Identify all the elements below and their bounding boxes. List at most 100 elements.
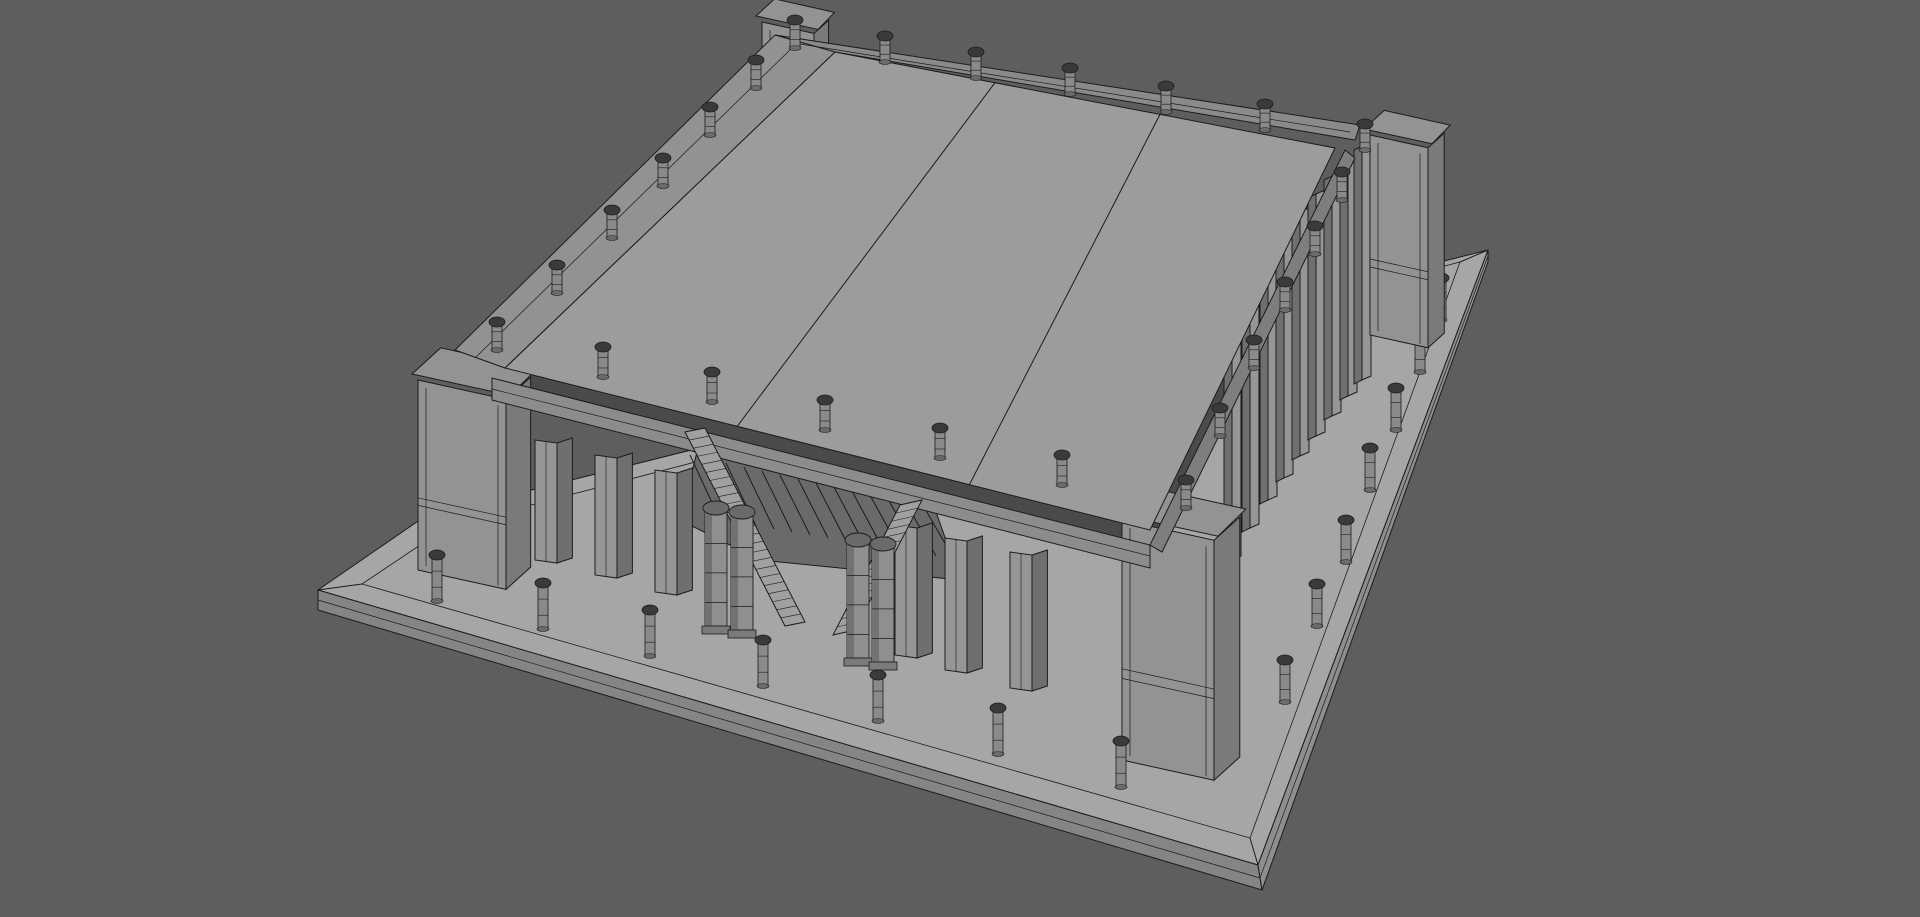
ground-post-right-1-cap	[1276, 654, 1294, 666]
ground-post-right-5-cap	[1387, 382, 1405, 394]
ground-post-front-4-cap	[754, 634, 772, 646]
roof-post-back-5-cap	[1256, 98, 1274, 110]
ground-post-right-2-cap	[1308, 578, 1326, 590]
roof-post-right-5-cap	[1211, 402, 1229, 414]
roof-post-front-3-base	[818, 427, 832, 433]
roof-post-back-4-base	[1159, 109, 1173, 115]
roof-post-left-6-base	[550, 290, 564, 296]
roof-post-right-6-base	[1179, 505, 1193, 511]
roof-post-left-1-base	[788, 45, 802, 51]
roof-post-right-2-cap	[1306, 220, 1324, 232]
ground-post-front-1-shaft	[431, 554, 443, 602]
ground-post-right-3-shaft	[1340, 519, 1352, 563]
entrance-column-3-capital	[844, 532, 872, 548]
ground-post-right-4-base	[1363, 487, 1377, 493]
roof-post-right-2-base	[1308, 251, 1322, 257]
front-pillar-3-side	[676, 467, 693, 596]
ground-post-front-5-cap	[869, 669, 887, 681]
roof-post-back-1-base	[878, 59, 892, 65]
ground-post-front-3-base	[643, 653, 657, 659]
ground-post-front-7-shaft	[1115, 740, 1127, 788]
roof-post-front-3-cap	[816, 394, 834, 406]
roof-post-front-2-cap	[703, 366, 721, 378]
ground-post-front-6-cap	[989, 702, 1007, 714]
roof-post-right-5-base	[1213, 433, 1227, 439]
roof-post-back-2-cap	[967, 46, 985, 58]
ground-post-front-1-cap	[428, 549, 446, 561]
roof-post-left-6-cap	[548, 259, 566, 271]
entrance-column-4-capital	[869, 536, 897, 552]
roof-post-right-1-base	[1335, 197, 1349, 203]
roof-post-front-2-base	[705, 399, 719, 405]
right-pillar-4-side	[1275, 231, 1285, 483]
front-pillar-1-side	[556, 437, 573, 564]
roof-post-left-1-cap	[786, 14, 804, 26]
entrance-column-2-shadow	[731, 512, 738, 630]
roof-post-left-3-base	[703, 132, 717, 138]
ground-post-right-4-cap	[1361, 442, 1379, 454]
front-pillar-2-side	[616, 452, 633, 579]
roof-post-back-1-cap	[876, 30, 894, 42]
roof-post-right-4-cap	[1245, 334, 1263, 346]
ground-post-right-1-shaft	[1279, 659, 1291, 703]
ground-post-front-5-base	[871, 718, 885, 724]
front-pillar-4-side	[916, 522, 933, 659]
entrance-column-3-shadow	[847, 540, 854, 658]
roof-post-left-2-cap	[747, 54, 765, 66]
roof-post-back-3-cap	[1061, 62, 1079, 74]
roof-post-front-4-cap	[931, 422, 949, 434]
roof-post-left-4-cap	[654, 152, 672, 164]
roof-post-left-4-base	[656, 183, 670, 189]
ground-post-right-1-base	[1278, 699, 1292, 705]
ground-post-front-7-base	[1114, 784, 1128, 790]
entrance-column-4-shadow	[872, 544, 879, 662]
roof-post-left-5-cap	[603, 204, 621, 216]
ground-post-right-6-base	[1413, 369, 1427, 375]
front-pillar-5-side	[966, 535, 983, 674]
ground-post-right-4-shaft	[1364, 447, 1376, 491]
roof-post-back-6-base	[1358, 147, 1372, 153]
roof-post-left-7-cap	[488, 316, 506, 328]
roof-post-right-4-base	[1247, 365, 1261, 371]
roof-post-front-4-base	[933, 455, 947, 461]
entrance-column-1-capital	[702, 500, 730, 516]
roof-post-front-5-cap	[1053, 449, 1071, 461]
ground-post-front-7-cap	[1112, 735, 1130, 747]
ground-post-front-6-shaft	[992, 707, 1004, 755]
entrance-column-3-base	[843, 657, 873, 667]
3d-viewport[interactable]	[0, 0, 1920, 917]
roof-post-back-5-base	[1258, 127, 1272, 133]
ground-post-front-4-base	[756, 683, 770, 689]
roof-post-right-6-cap	[1177, 474, 1195, 486]
ground-post-right-2-shaft	[1311, 583, 1323, 627]
entrance-column-2-capital	[728, 504, 756, 520]
roof-post-front-1-cap	[594, 341, 612, 353]
roof-post-right-1-cap	[1333, 166, 1351, 178]
roof-post-right-3-base	[1278, 307, 1292, 313]
roof-post-back-4-cap	[1157, 80, 1175, 92]
tower-front-right-side	[1213, 515, 1241, 782]
tower-back-right-front	[1369, 134, 1429, 349]
roof-post-front-1-base	[596, 374, 610, 380]
ground-post-right-3-base	[1339, 559, 1353, 565]
front-pillar-6-side	[1031, 549, 1048, 692]
entrance-column-1-base	[701, 625, 731, 635]
ground-post-right-5-base	[1389, 427, 1403, 433]
ground-post-front-3-shaft	[644, 609, 656, 657]
model-wireframe-render	[0, 0, 1920, 917]
ground-post-front-6-base	[991, 751, 1005, 757]
roof-post-back-3-base	[1063, 91, 1077, 97]
entrance-column-1-shadow	[705, 508, 712, 626]
roof-post-back-2-base	[969, 75, 983, 81]
entrance-column-4-base	[868, 661, 898, 671]
ground-post-front-2-shaft	[537, 582, 549, 630]
entrance-column-2-base	[727, 629, 757, 639]
roof-post-left-5-base	[605, 235, 619, 241]
ground-post-right-5-shaft	[1390, 387, 1402, 431]
ground-post-front-5-shaft	[872, 674, 884, 722]
ground-post-front-2-cap	[534, 577, 552, 589]
ground-post-front-2-base	[536, 626, 550, 632]
roof-post-front-5-base	[1055, 482, 1069, 488]
roof-post-left-7-base	[490, 347, 504, 353]
roof-post-left-3-cap	[701, 101, 719, 113]
